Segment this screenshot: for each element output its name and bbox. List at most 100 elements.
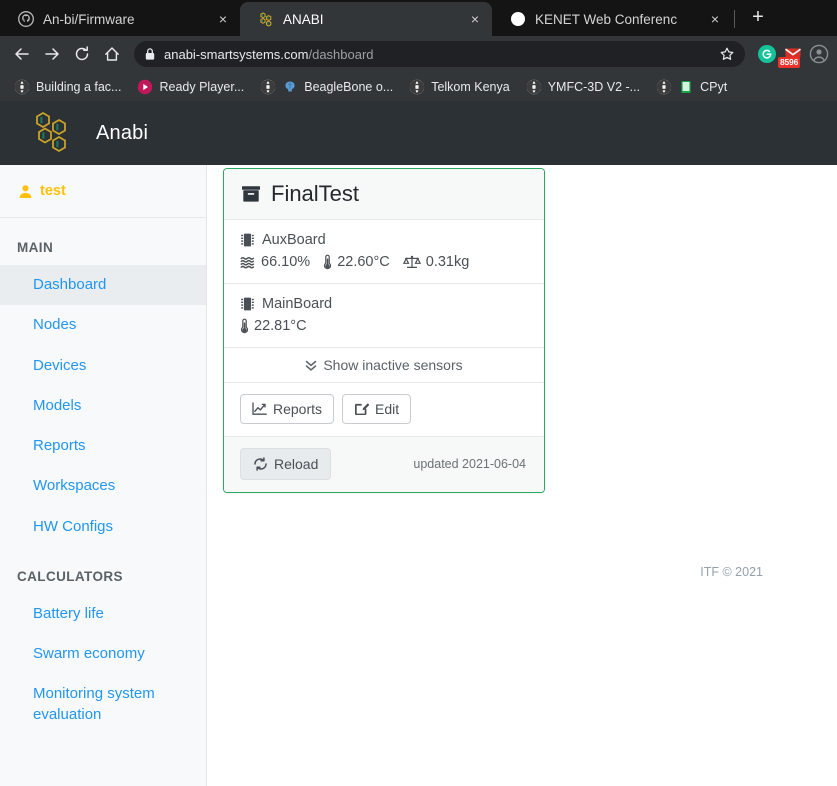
bookmark-item[interactable]: Building a fac... — [6, 75, 129, 99]
bookmark-item[interactable]: Telkom Kenya — [401, 75, 518, 99]
play-circle-icon — [137, 79, 153, 95]
brain-icon — [282, 79, 298, 95]
tab-close-icon[interactable]: × — [468, 11, 482, 27]
url-path: /dashboard — [308, 46, 374, 62]
reading-weight: 0.31kg — [402, 254, 470, 270]
board-header: MainBoard — [240, 296, 530, 312]
url-host: anabi-smartsystems.com — [164, 46, 309, 62]
browser-tab-title: KENET Web Conferenc — [535, 11, 678, 27]
main-content: FinalTest AuxBoard 66.10% 22.60°C 0.31kg… — [207, 165, 837, 786]
sidebar-item-hw-configs[interactable]: HW Configs — [0, 507, 206, 547]
bookmark-label: Ready Player... — [159, 79, 245, 94]
show-inactive-sensors-label: Show inactive sensors — [323, 357, 463, 373]
browser-tab-2[interactable]: ANABI × — [240, 2, 492, 36]
board-readings: 66.10% 22.60°C 0.31kg — [240, 254, 530, 270]
tab-close-icon[interactable]: × — [216, 11, 230, 27]
bookmarks-bar: Building a fac... Ready Player... Beagle… — [0, 72, 837, 101]
thermometer-icon — [240, 318, 249, 334]
browser-tab-1[interactable]: An-bi/Firmware × — [0, 2, 240, 36]
edit-button[interactable]: Edit — [342, 394, 412, 424]
archive-box-icon — [240, 183, 262, 205]
card-updated-timestamp: updated 2021-06-04 — [413, 457, 526, 471]
github-icon — [18, 11, 34, 27]
edit-button-label: Edit — [375, 401, 400, 417]
thermometer-icon — [323, 254, 332, 270]
board-name-label: AuxBoard — [262, 232, 326, 248]
bookmark-label: Building a fac... — [36, 79, 122, 94]
board-readings: 22.81°C — [240, 318, 530, 334]
sidebar-item-monitoring-system-evaluation[interactable]: Monitoring system evaluation — [0, 674, 170, 735]
chevron-double-down-icon — [305, 359, 317, 372]
reports-button[interactable]: Reports — [240, 394, 335, 424]
card-actions: Reports Edit — [224, 383, 544, 437]
sidebar-item-reports[interactable]: Reports — [0, 426, 206, 466]
app-header: Anabi — [0, 101, 837, 165]
address-bar[interactable]: anabi-smartsystems.com/dashboard — [134, 41, 745, 67]
home-icon[interactable] — [98, 40, 126, 68]
reading-value: 22.60°C — [337, 254, 390, 270]
new-tab-button[interactable]: + — [743, 3, 773, 33]
node-card-title: FinalTest — [271, 181, 360, 206]
anabi-hex-icon — [258, 11, 274, 27]
globe-icon — [656, 79, 672, 95]
chart-line-icon — [252, 402, 267, 416]
sidebar-user[interactable]: test — [0, 165, 206, 218]
reload-button-label: Reload — [274, 456, 319, 472]
bookmark-item[interactable]: BeagleBone o... — [252, 75, 401, 99]
balance-scale-icon — [402, 255, 421, 270]
tab-close-icon[interactable]: × — [708, 11, 722, 27]
reading-temperature: 22.81°C — [240, 318, 307, 334]
sidebar-item-workspaces[interactable]: Workspaces — [0, 466, 206, 506]
card-footer: Reload updated 2021-06-04 — [224, 437, 544, 492]
browser-tab-3[interactable]: KENET Web Conferenc × — [492, 2, 732, 36]
sidebar: test MAIN Dashboard Nodes Devices Models… — [0, 165, 207, 786]
bookmark-label: YMFC-3D V2 -... — [547, 79, 641, 94]
reading-value: 22.81°C — [254, 318, 307, 334]
bookmark-label: CPyt — [700, 79, 728, 94]
app-body: test MAIN Dashboard Nodes Devices Models… — [0, 165, 837, 786]
app-brand-title: Anabi — [96, 121, 149, 144]
sidebar-item-models[interactable]: Models — [0, 386, 206, 426]
browser-chrome: An-bi/Firmware × ANABI × KENET Web Confe… — [0, 0, 837, 101]
humidity-waves-icon — [240, 255, 256, 269]
globe-icon — [409, 79, 426, 95]
bookmark-item[interactable]: CPyt — [648, 75, 735, 99]
reload-button[interactable]: Reload — [240, 448, 332, 480]
bookmark-label: BeagleBone o... — [304, 79, 394, 94]
reload-icon[interactable] — [68, 40, 96, 68]
bookmark-star-icon[interactable] — [719, 46, 735, 62]
browser-toolbar: anabi-smartsystems.com/dashboard 8596 — [0, 36, 837, 72]
microchip-icon — [240, 296, 255, 312]
sidebar-item-swarm-economy[interactable]: Swarm economy — [0, 634, 206, 674]
back-arrow-icon[interactable] — [8, 40, 36, 68]
browser-tab-title: An-bi/Firmware — [43, 11, 135, 27]
show-inactive-sensors-toggle[interactable]: Show inactive sensors — [224, 348, 544, 383]
board-header: AuxBoard — [240, 232, 530, 248]
reports-button-label: Reports — [273, 401, 323, 417]
bookmark-item[interactable]: Ready Player... — [129, 75, 252, 99]
bookmark-item[interactable]: YMFC-3D V2 -... — [518, 75, 648, 99]
browser-profile-icon[interactable] — [809, 44, 829, 64]
reading-value: 0.31kg — [425, 254, 470, 270]
bookmark-label: Telkom Kenya — [431, 79, 510, 94]
grammarly-extension-icon[interactable] — [757, 44, 777, 64]
globe-icon — [260, 79, 277, 95]
kenet-icon — [510, 11, 526, 27]
sidebar-item-devices[interactable]: Devices — [0, 346, 206, 386]
honeycomb-logo-icon[interactable] — [30, 110, 76, 156]
reading-temperature: 22.60°C — [323, 254, 390, 270]
anabi-app: Anabi test MAIN Dashboard Nodes Devices … — [0, 101, 837, 786]
forward-arrow-icon[interactable] — [38, 40, 66, 68]
sidebar-item-battery-life[interactable]: Battery life — [0, 594, 206, 634]
board-section: MainBoard 22.81°C — [224, 284, 544, 348]
green-book-icon — [678, 79, 694, 95]
sidebar-section-main-title: MAIN — [17, 240, 54, 255]
globe-icon — [14, 79, 30, 95]
sidebar-item-dashboard[interactable]: Dashboard — [0, 265, 206, 306]
gmail-unread-badge: 8596 — [778, 57, 801, 68]
node-card-header: FinalTest — [224, 169, 544, 220]
gmail-extension-icon[interactable]: 8596 — [778, 44, 803, 68]
pencil-square-icon — [354, 402, 370, 416]
board-name-label: MainBoard — [262, 296, 333, 312]
sidebar-item-nodes[interactable]: Nodes — [0, 305, 206, 345]
